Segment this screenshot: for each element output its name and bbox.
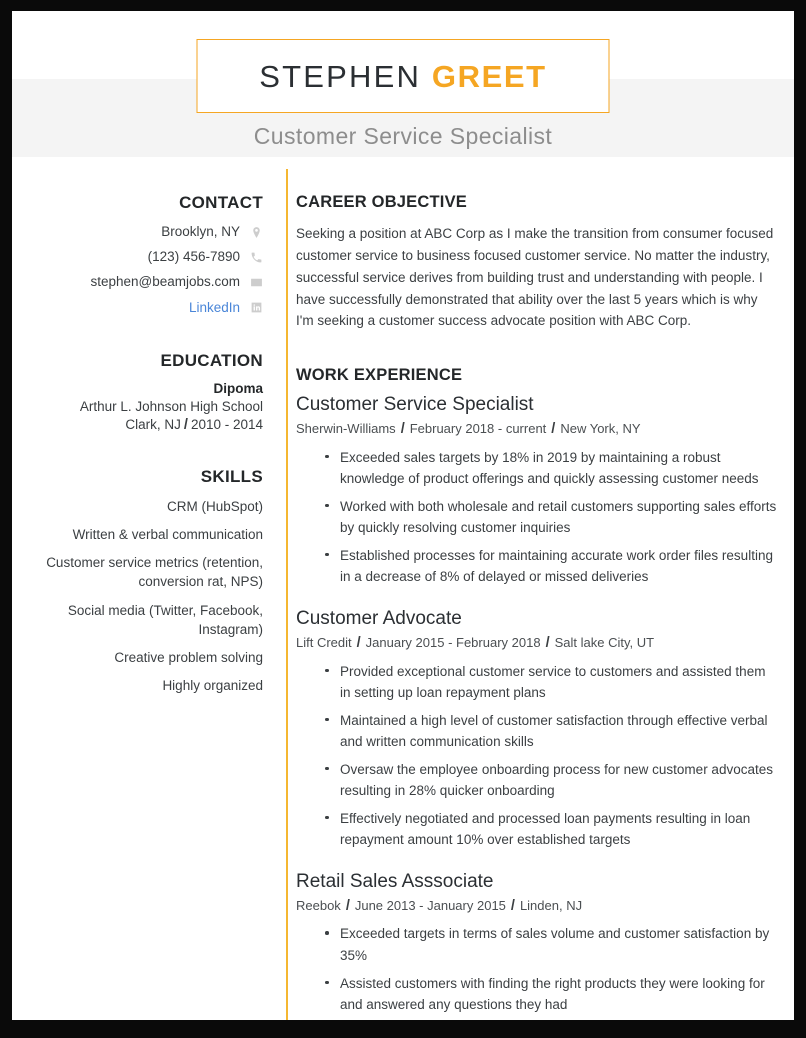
job-bullet: Provided exceptional customer service to… [296, 661, 778, 703]
contact-section: CONTACT Brooklyn, NY (123) 456-7890 step… [12, 193, 263, 317]
job-bullet: Exceeded targets in terms of sales volum… [296, 923, 778, 965]
job-location: Salt lake City, UT [554, 634, 655, 650]
contact-item-phone: (123) 456-7890 [12, 248, 263, 266]
contact-heading: CONTACT [179, 193, 263, 212]
skills-section: SKILLS CRM (HubSpot) Written & verbal co… [12, 467, 263, 695]
job-dates: January 2015 - February 2018 [365, 634, 541, 650]
education-section: EDUCATION Dipoma Arthur L. Johnson High … [12, 351, 263, 433]
name-box: STEPHEN GREET [196, 39, 610, 113]
job-separator: / [545, 634, 550, 651]
job-dates: June 2013 - January 2015 [354, 897, 506, 913]
contact-item-location: Brooklyn, NY [12, 223, 263, 241]
job-company: Lift Credit [296, 634, 352, 650]
job-bullets: Exceeded targets in terms of sales volum… [296, 923, 778, 1020]
job-bullet: Worked with both wholesale and retail cu… [296, 496, 778, 538]
contact-linkedin-link[interactable]: LinkedIn [189, 299, 240, 317]
career-objective-heading: CAREER OBJECTIVE [296, 193, 467, 211]
job-separator: / [510, 897, 515, 914]
job-meta: Lift Credit / January 2015 - February 2018… [296, 633, 778, 655]
education-dates: 2010 - 2014 [190, 416, 263, 432]
job-separator: / [551, 421, 556, 438]
career-objective-text: Seeking a position at ABC Corp as I make… [296, 226, 774, 329]
page-frame: STEPHEN GREET Customer Service Specialis… [0, 0, 806, 1038]
job-company: Reebok [296, 897, 341, 913]
skill-item: Written & verbal communication [72, 527, 263, 543]
skill-item: Social media (Twitter, Facebook, Instagr… [67, 602, 263, 637]
phone-icon [250, 251, 263, 264]
education-heading: EDUCATION [160, 350, 263, 370]
skill-item: Customer service metrics (retention, con… [46, 555, 263, 590]
job-subtitle: Customer Service Specialist [253, 123, 553, 149]
job-meta: Reebok / June 2013 - January 2015/Linden, … [296, 896, 778, 918]
resume-header: STEPHEN GREET Customer Service Specialis… [12, 11, 794, 169]
work-experience-section: WORK EXPERIENCE Customer Service Special… [296, 366, 778, 1020]
first-name: STEPHEN [259, 58, 422, 94]
job-bullet: Maintained a high level of customer sati… [296, 710, 778, 752]
column-divider [286, 169, 288, 1020]
job-dates: February 2018 - current [409, 421, 547, 437]
contact-item-email: stephen@beamjobs.com [12, 273, 263, 291]
skill-item: Creative problem solving [114, 649, 263, 665]
job-title: Customer Advocate [296, 608, 462, 630]
resume-document: STEPHEN GREET Customer Service Specialis… [12, 11, 794, 1020]
map-pin-icon [250, 226, 263, 239]
last-name: GREET [431, 58, 547, 94]
linkedin-icon[interactable] [250, 301, 263, 314]
main-column: CAREER OBJECTIVE Seeking a position at A… [263, 193, 794, 1020]
job-bullets: Exceeded sales targets by 18% in 2019 by… [296, 447, 778, 587]
education-location: Clark, NJ [125, 416, 181, 432]
contact-item-linkedin[interactable]: LinkedIn [12, 299, 263, 317]
skill-item: Highly organized [162, 677, 263, 693]
skills-heading: SKILLS [200, 466, 263, 486]
job-bullet: Assisted customers with finding the righ… [296, 973, 778, 1015]
job-separator: / [400, 421, 405, 438]
education-separator: / [183, 416, 188, 433]
education-meta: Clark, NJ/2010 - 2014 [12, 417, 263, 433]
job-bullet: Established processes for maintaining ac… [296, 545, 778, 587]
job-company: Sherwin-Williams [296, 421, 396, 437]
job-title: Customer Service Specialist [296, 394, 534, 416]
education-degree: Dipoma [213, 380, 263, 396]
job-title: Retail Sales Asssociate [296, 870, 494, 892]
job-bullets: Provided exceptional customer service to… [296, 661, 778, 850]
envelope-icon [250, 276, 263, 289]
contact-location-text: Brooklyn, NY [161, 224, 240, 239]
job-location: Linden, NJ [519, 897, 583, 913]
education-school: Arthur L. Johnson High School [79, 398, 263, 414]
job-location: New York, NY [560, 421, 641, 437]
job-entry: Customer Advocate Lift Credit / January 20… [296, 607, 778, 850]
job-entry: Retail Sales Asssociate Reebok / June 2013… [296, 870, 778, 1020]
skill-item: CRM (HubSpot) [166, 498, 263, 514]
contact-email-text: stephen@beamjobs.com [90, 274, 240, 290]
job-separator: / [356, 634, 361, 651]
resume-body: CONTACT Brooklyn, NY (123) 456-7890 step… [12, 169, 794, 1020]
career-objective-section: CAREER OBJECTIVE Seeking a position at A… [296, 193, 778, 332]
job-meta: Sherwin-Williams / February 2018 - current… [296, 419, 778, 441]
job-entry: Customer Service Specialist Sherwin-Will… [296, 393, 778, 587]
work-experience-heading: WORK EXPERIENCE [296, 366, 463, 385]
sidebar-column: CONTACT Brooklyn, NY (123) 456-7890 step… [12, 193, 263, 704]
full-name: STEPHEN GREET [259, 61, 546, 92]
job-bullet: Effectively negotiated and processed loa… [296, 808, 778, 850]
job-bullet: Oversaw the employee onboarding process … [296, 759, 778, 801]
job-bullet: Exceeded sales targets by 18% in 2019 by… [296, 447, 778, 489]
job-separator: / [345, 897, 350, 914]
contact-phone-text: (123) 456-7890 [147, 249, 240, 265]
